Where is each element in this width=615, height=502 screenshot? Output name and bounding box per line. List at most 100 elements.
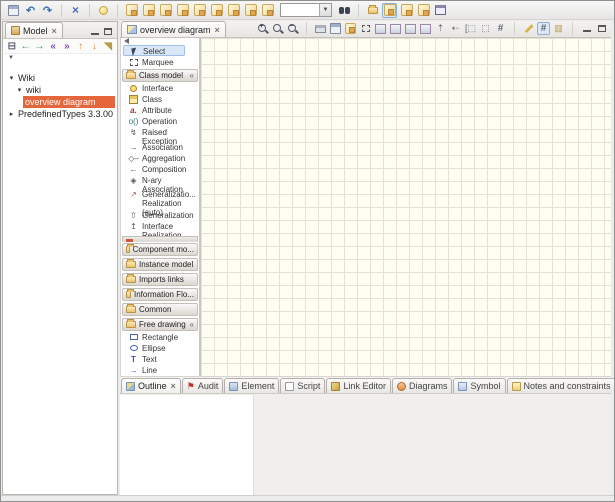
tab-diagrams[interactable]: Diagrams: [392, 378, 453, 393]
minimize-icon[interactable]: [91, 29, 99, 35]
tab-notes-and-constraints[interactable]: Notes and constraints: [507, 378, 615, 393]
rulers-icon[interactable]: ▥: [552, 22, 565, 35]
diagram-tool-icon-2[interactable]: [141, 3, 156, 18]
tab-script[interactable]: Script: [280, 378, 325, 393]
tab-outline[interactable]: Outline ×: [121, 378, 181, 393]
outline-preview-area[interactable]: [120, 395, 254, 495]
palette-section-class-model[interactable]: Class model «: [122, 69, 198, 82]
palette-item-generalization-realization-auto[interactable]: ↗ Generalizatio... Realization (auto): [121, 189, 199, 210]
clipped-palette-section[interactable]: [122, 236, 198, 242]
navigate-back-icon[interactable]: ←: [20, 40, 32, 53]
tree-row-overview-diagram[interactable]: overview diagram: [3, 96, 117, 108]
collapse-chevrons-icon[interactable]: «: [190, 320, 194, 329]
vertical-sash[interactable]: [118, 21, 120, 495]
save-icon[interactable]: [6, 3, 21, 18]
close-icon[interactable]: ×: [171, 381, 176, 391]
palette-item-aggregation[interactable]: ◇– Aggregation: [121, 153, 199, 164]
lightbulb-icon[interactable]: [96, 3, 111, 18]
diagram-canvas[interactable]: [201, 38, 611, 376]
flat-view-icon[interactable]: [416, 3, 431, 18]
diagram-tool-icon-5[interactable]: [192, 3, 207, 18]
editor-tool-icon-3[interactable]: [404, 22, 417, 35]
collapse-chevrons-icon[interactable]: «: [190, 71, 194, 80]
palette-section-component-model[interactable]: Component mo...: [122, 243, 198, 256]
expand-arrow-icon[interactable]: ▾: [15, 86, 24, 94]
editor-tool-icon-1[interactable]: [374, 22, 387, 35]
export-image-icon[interactable]: [344, 22, 357, 35]
palette-item-class[interactable]: Class: [121, 94, 199, 105]
palette-item-association[interactable]: → Association: [121, 142, 199, 153]
view-menu-chevron[interactable]: ▼: [3, 54, 117, 63]
fit-height-icon[interactable]: ⬚: [479, 22, 492, 35]
undo-icon[interactable]: ↶: [23, 3, 38, 18]
palette-section-imports-links[interactable]: Imports links: [122, 273, 198, 286]
palette-item-ellipse[interactable]: Ellipse: [121, 343, 199, 354]
track-pointer-icon[interactable]: ⇠: [449, 22, 462, 35]
maximize-icon[interactable]: [104, 28, 112, 35]
combo-dropdown-icon[interactable]: ▼: [319, 4, 331, 16]
diagram-tool-icon-7[interactable]: [226, 3, 241, 18]
tab-audit[interactable]: ⚑ Audit: [182, 378, 224, 393]
zoom-original-icon[interactable]: [271, 22, 284, 35]
palette-item-interface-realization[interactable]: ↥ Interface Realization: [121, 221, 199, 236]
tab-element[interactable]: Element: [224, 378, 279, 393]
collapse-arrow-icon[interactable]: ▸: [7, 110, 16, 118]
pin-icon[interactable]: ◥: [102, 40, 114, 53]
linked-view-icon[interactable]: [399, 3, 414, 18]
palette-collapse-button[interactable]: [121, 38, 199, 44]
palette-item-interface[interactable]: Interface: [121, 83, 199, 94]
tree-row-wiki[interactable]: ▾ Wiki: [3, 72, 117, 84]
palette-item-raised-exception[interactable]: ↯ Raised Exception: [121, 127, 199, 142]
search-combo[interactable]: ▼: [280, 3, 332, 17]
horizontal-sash[interactable]: [120, 374, 611, 376]
collapse-all-icon[interactable]: ⊟: [6, 40, 18, 53]
tree-row-predefinedtypes[interactable]: ▸ PredefinedTypes 3.3.00: [3, 108, 117, 120]
select-region-icon[interactable]: [359, 22, 372, 35]
diagram-tool-icon-8[interactable]: [243, 3, 258, 18]
window-layout-icon[interactable]: [433, 3, 448, 18]
diagram-tool-icon-3[interactable]: [158, 3, 173, 18]
tab-overview-diagram[interactable]: overview diagram ×: [121, 21, 226, 37]
palette-section-free-drawing[interactable]: Free drawing «: [122, 318, 198, 331]
palette-item-composition[interactable]: ← Composition: [121, 164, 199, 175]
editor-tool-icon-2[interactable]: [389, 22, 402, 35]
palette-item-generalization[interactable]: ⇧ Generalization: [121, 210, 199, 221]
history-forward-icon[interactable]: »: [61, 40, 73, 53]
fit-width-icon[interactable]: [⬚: [464, 22, 477, 35]
tab-symbol[interactable]: Symbol: [453, 378, 505, 393]
palette-section-instance-model[interactable]: Instance model: [122, 258, 198, 271]
zoom-out-icon[interactable]: −: [286, 22, 299, 35]
navigate-forward-icon[interactable]: →: [34, 40, 46, 53]
expand-arrow-icon[interactable]: ▾: [7, 74, 16, 82]
palette-tool-select[interactable]: Select: [123, 45, 185, 56]
zoom-in-icon[interactable]: +: [256, 22, 269, 35]
close-icon[interactable]: ×: [215, 25, 220, 35]
diagram-tool-icon-6[interactable]: [209, 3, 224, 18]
folder-icon[interactable]: [365, 3, 380, 18]
palette-item-rectangle[interactable]: Rectangle: [121, 332, 199, 343]
hierarchy-view-icon[interactable]: [382, 3, 397, 18]
history-back-icon[interactable]: «: [47, 40, 59, 53]
close-icon[interactable]: ×: [52, 26, 57, 36]
grid-icon[interactable]: #: [494, 22, 507, 35]
palette-section-common[interactable]: Common: [122, 303, 198, 316]
palette-item-text[interactable]: T Text: [121, 354, 199, 365]
diagram-tool-icon-1[interactable]: [124, 3, 139, 18]
tab-link-editor[interactable]: Link Editor: [326, 378, 391, 393]
minimize-icon[interactable]: [583, 26, 591, 32]
print-icon[interactable]: [314, 22, 327, 35]
palette-item-nary-association[interactable]: ◈ N-ary Association: [121, 175, 199, 190]
tree-row-wiki-child[interactable]: ▾ wiki: [3, 84, 117, 96]
maximize-icon[interactable]: [598, 25, 606, 32]
tab-model[interactable]: Model ×: [5, 22, 63, 38]
diagram-tool-icon-9[interactable]: [260, 3, 275, 18]
binoculars-icon[interactable]: [337, 3, 352, 18]
palette-section-information-flow[interactable]: Information Flo...: [122, 288, 198, 301]
save-image-icon[interactable]: [329, 22, 342, 35]
palette-item-attribute[interactable]: a. Attribute: [121, 105, 199, 116]
palette-tool-marquee[interactable]: Marquee: [121, 57, 199, 68]
redo-icon[interactable]: ↷: [40, 3, 55, 18]
move-up-icon[interactable]: ↑: [75, 40, 87, 53]
snap-grid-icon[interactable]: #: [537, 22, 550, 35]
diagram-tool-icon-4[interactable]: [175, 3, 190, 18]
